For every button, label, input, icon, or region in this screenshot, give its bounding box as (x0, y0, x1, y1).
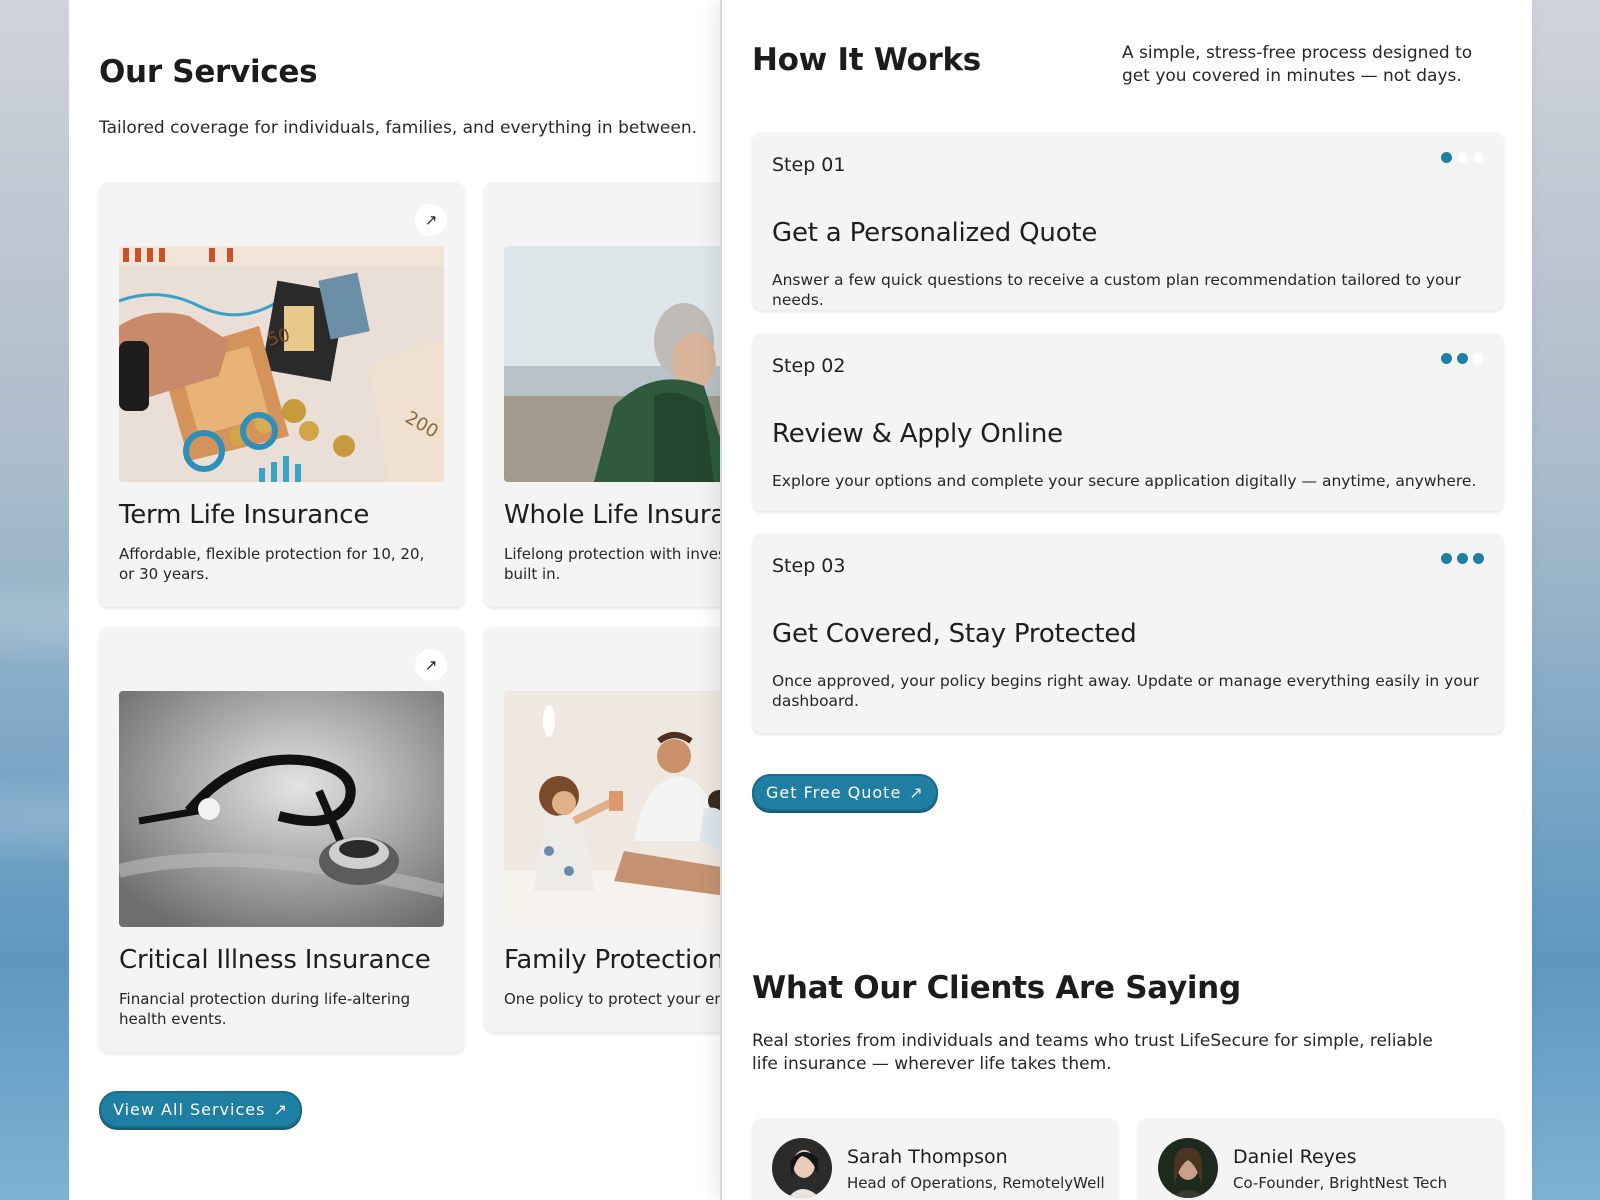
progress-dot (1457, 553, 1468, 564)
testimonials-title: What Our Clients Are Saying (752, 970, 1241, 1006)
arrow-up-right-icon[interactable]: ↗ (415, 204, 447, 236)
step-label: Step 02 (772, 355, 846, 377)
testimonial-card: Daniel Reyes Co-Founder, BrightNest Tech (1138, 1118, 1504, 1200)
progress-dot (1441, 353, 1452, 364)
step-progress-dots (1441, 152, 1484, 163)
service-description: Lifelong protection with investment valu… (504, 545, 721, 583)
service-card-term-life[interactable]: ↗ 200 50 Term Life Insurance Affordable,… (99, 182, 465, 607)
services-title: Our Services (99, 54, 318, 90)
progress-dot (1457, 152, 1468, 163)
step-description: Explore your options and complete your s… (772, 472, 1477, 490)
arrow-up-right-icon: ↗ (273, 1100, 288, 1119)
progress-dot (1441, 152, 1452, 163)
testimonial-name: Sarah Thompson (847, 1146, 1008, 1168)
service-title: Whole Life Insurance (504, 500, 721, 530)
stethoscope-image (119, 691, 444, 927)
service-description: One policy to protect your entire family… (504, 990, 721, 1008)
service-title: Family Protection Plan (504, 945, 721, 975)
testimonial-role: Head of Operations, RemotelyWell (847, 1174, 1105, 1192)
money-image: 200 50 (119, 246, 444, 482)
how-it-works-panel[interactable]: How It Works A simple, stress-free proce… (720, 0, 1532, 1200)
service-title: Critical Illness Insurance (119, 945, 431, 975)
service-card-family-protection[interactable]: ↗ Family Protection Plan One poli (484, 627, 721, 1032)
step-title: Get Covered, Stay Protected (772, 619, 1137, 649)
arrow-up-right-icon[interactable]: ↗ (415, 649, 447, 681)
service-description: Affordable, flexible protection for 10, … (119, 545, 425, 583)
service-card-critical-illness[interactable]: ↗ Critical Illness Insurance Financial p… (99, 627, 465, 1052)
step-title: Get a Personalized Quote (772, 218, 1098, 248)
step-card-3: Step 03 Get Covered, Stay Protected Once… (752, 533, 1504, 733)
avatar (1158, 1138, 1218, 1198)
services-subtitle: Tailored coverage for individuals, famil… (99, 118, 697, 138)
testimonials-subtitle: Real stories from individuals and teams … (752, 1031, 1433, 1074)
service-card-whole-life[interactable]: ↗ Whole Life Insurance Lifelong protecti… (484, 182, 721, 607)
progress-dot (1441, 553, 1452, 564)
step-card-1: Step 01 Get a Personalized Quote Answer … (752, 132, 1504, 310)
step-progress-dots (1441, 553, 1484, 564)
service-description: Financial protection during life-alterin… (119, 990, 411, 1028)
how-it-works-title: How It Works (752, 42, 981, 78)
progress-dot (1457, 353, 1468, 364)
step-description: Answer a few quick questions to receive … (772, 271, 1461, 309)
progress-dot (1473, 353, 1484, 364)
step-label: Step 01 (772, 154, 846, 176)
step-progress-dots (1441, 353, 1484, 364)
progress-dot (1473, 553, 1484, 564)
services-panel[interactable]: Our Services Tailored coverage for indiv… (69, 0, 721, 1200)
get-free-quote-label: Get Free Quote (766, 783, 902, 802)
step-card-2: Step 02 Review & Apply Online Explore yo… (752, 333, 1504, 511)
testimonial-role: Co-Founder, BrightNest Tech (1233, 1174, 1448, 1192)
service-title: Term Life Insurance (119, 500, 370, 530)
progress-dot (1473, 152, 1484, 163)
step-label: Step 03 (772, 555, 846, 577)
step-title: Review & Apply Online (772, 419, 1063, 449)
testimonial-card: Sarah Thompson Head of Operations, Remot… (752, 1118, 1118, 1200)
elderly-man-image (504, 246, 721, 482)
family-image (504, 691, 721, 927)
view-all-services-label: View All Services (113, 1100, 266, 1119)
arrow-up-right-icon: ↗ (909, 783, 924, 802)
testimonial-name: Daniel Reyes (1233, 1146, 1357, 1168)
view-all-services-button[interactable]: View All Services ↗ (99, 1091, 302, 1128)
step-description: Once approved, your policy begins right … (772, 672, 1480, 710)
how-it-works-subtitle: A simple, stress-free process designed t… (1122, 43, 1473, 86)
avatar (772, 1138, 832, 1198)
get-free-quote-button[interactable]: Get Free Quote ↗ (752, 774, 938, 811)
